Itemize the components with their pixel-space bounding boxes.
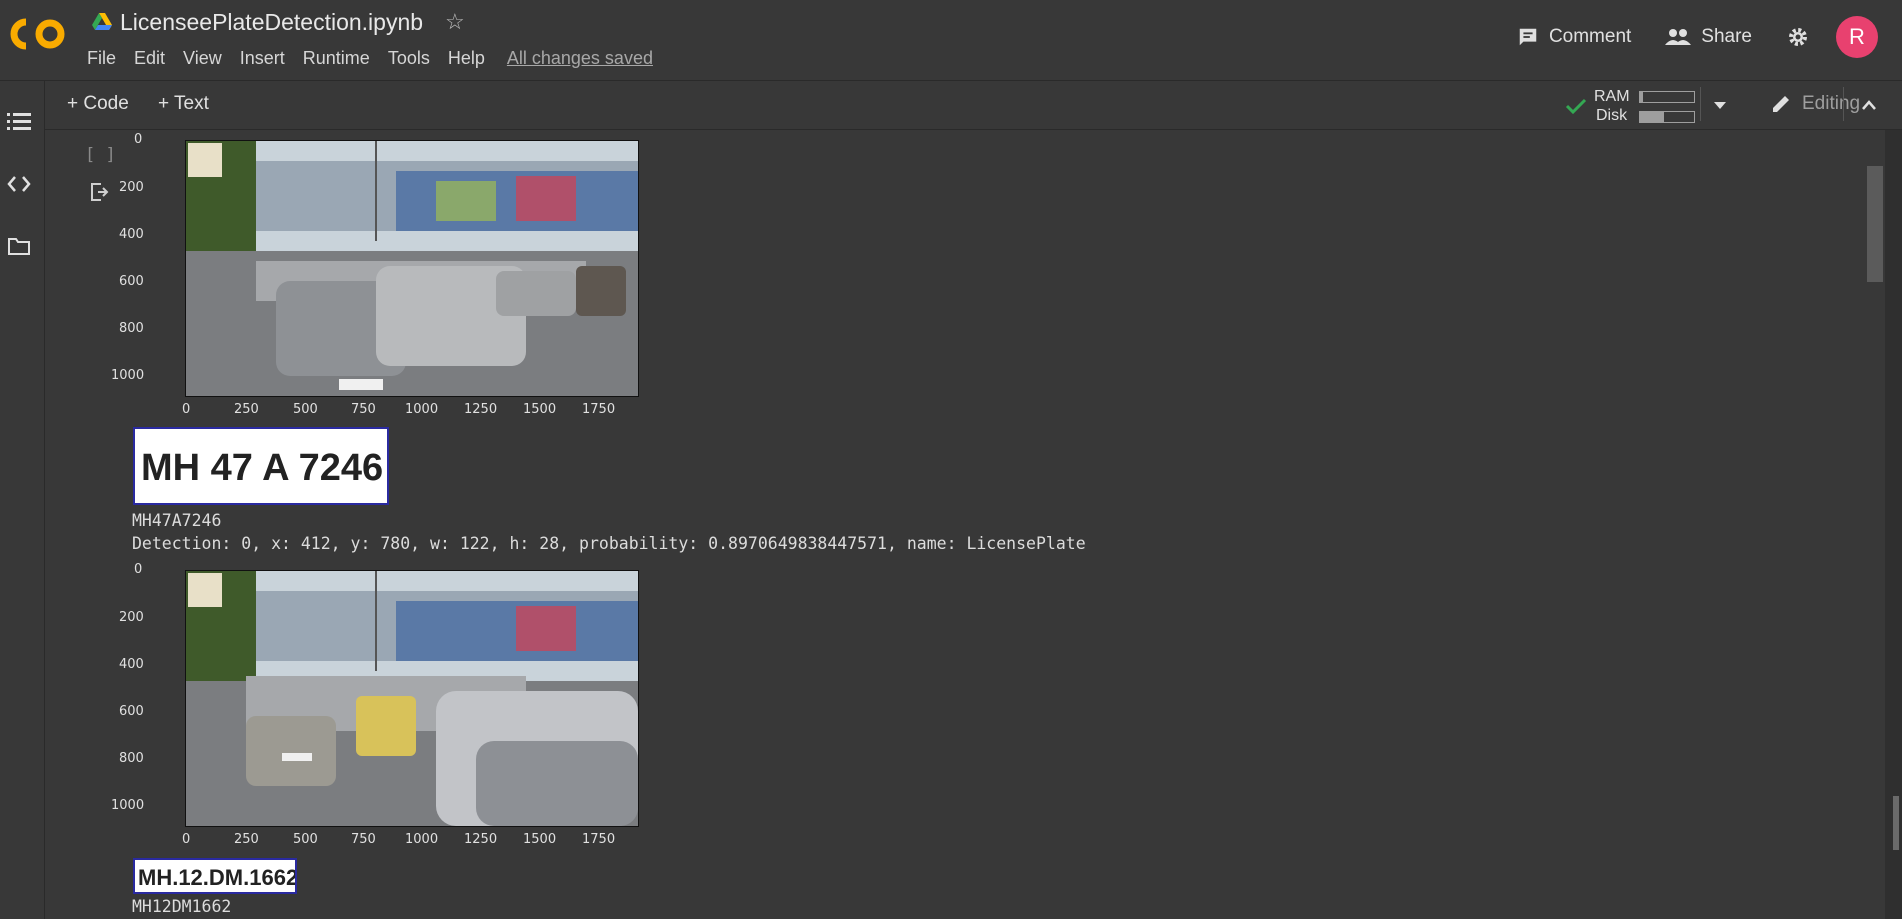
resource-monitor[interactable]: RAM Disk: [1565, 85, 1745, 125]
x-tick: 0: [182, 832, 191, 847]
y-tick: 800: [119, 321, 144, 336]
plate-crop-1: MH 47 A 7246: [133, 427, 389, 505]
menu-bar: File Edit View Insert Runtime Tools Help…: [87, 48, 671, 69]
gear-icon[interactable]: [1786, 25, 1810, 49]
y-tick: 600: [119, 704, 144, 719]
disk-label: Disk: [1596, 107, 1628, 124]
x-tick: 750: [351, 832, 376, 847]
folder-icon[interactable]: [7, 236, 31, 256]
y-tick: 800: [119, 751, 144, 766]
y-tick: 400: [119, 657, 144, 672]
traffic-photo-1: [186, 141, 638, 396]
traffic-photo-2: [186, 571, 638, 826]
y-tick: 1000: [111, 368, 145, 383]
menu-edit[interactable]: Edit: [134, 48, 165, 69]
ram-bar: [1639, 91, 1695, 103]
y-tick: 200: [119, 610, 144, 625]
plate-crop-2: MH.12.DM.1662: [133, 858, 297, 894]
menu-insert[interactable]: Insert: [240, 48, 285, 69]
google-drive-icon: [92, 13, 112, 30]
share-button[interactable]: Share: [1665, 26, 1752, 48]
header-actions: Comment Share R: [1517, 14, 1902, 60]
share-label: Share: [1701, 26, 1752, 47]
avatar[interactable]: R: [1836, 16, 1878, 58]
x-tick: 1000: [405, 402, 439, 417]
comment-button[interactable]: Comment: [1517, 26, 1631, 48]
x-tick: 1500: [523, 832, 557, 847]
chevron-up-icon[interactable]: [1861, 99, 1877, 111]
menu-help[interactable]: Help: [448, 48, 485, 69]
toolbar-divider: [1700, 87, 1701, 121]
y-tick: 400: [119, 227, 144, 242]
x-tick: 500: [293, 402, 318, 417]
ram-bar-fill: [1640, 92, 1643, 102]
x-tick: 1250: [464, 402, 498, 417]
notebook-toolbar: + Code + Text RAM Disk Editing: [45, 81, 1902, 130]
menu-view[interactable]: View: [183, 48, 222, 69]
chevron-down-icon[interactable]: [1713, 101, 1727, 111]
top-header: LicenseePlateDetection.ipynb ☆ File Edit…: [0, 0, 1902, 81]
x-tick: 250: [234, 402, 259, 417]
menu-tools[interactable]: Tools: [388, 48, 430, 69]
notebook-title[interactable]: LicenseePlateDetection.ipynb: [120, 9, 423, 36]
disk-bar: [1639, 111, 1695, 123]
traffic-image-1: [185, 140, 639, 397]
notebook-scrollbar[interactable]: [1863, 130, 1885, 919]
x-tick: 1250: [464, 832, 498, 847]
y-tick: 0: [134, 562, 143, 577]
output-scrollbar-thumb[interactable]: [1893, 796, 1899, 850]
add-code-button[interactable]: + Code: [67, 93, 129, 115]
x-tick: 1000: [405, 832, 439, 847]
y-tick: 1000: [111, 798, 145, 813]
editing-mode-button[interactable]: Editing: [1770, 93, 1860, 115]
disk-bar-fill: [1640, 112, 1665, 122]
ocr-result-2: MH12DM1662: [132, 897, 232, 916]
editing-label: Editing: [1802, 93, 1861, 114]
y-tick: 200: [119, 180, 144, 195]
x-tick: 500: [293, 832, 318, 847]
toolbar-divider-2: [1843, 87, 1844, 121]
people-icon: [1665, 29, 1692, 45]
save-status[interactable]: All changes saved: [507, 48, 653, 69]
colab-logo[interactable]: [10, 12, 68, 56]
y-tick: 600: [119, 274, 144, 289]
x-tick: 0: [182, 402, 191, 417]
check-icon: [1565, 98, 1587, 115]
code-snippets-icon[interactable]: [7, 174, 31, 194]
left-sidebar: [0, 81, 45, 919]
menu-runtime[interactable]: Runtime: [303, 48, 370, 69]
notebook-content[interactable]: [ ] 0 200 400 600 800 1000 0 250 500 750…: [45, 130, 1863, 919]
scrollbar-thumb[interactable]: [1867, 166, 1883, 282]
cell-run-button[interactable]: [ ]: [85, 145, 116, 165]
ocr-result-1: MH47A7246: [132, 511, 222, 530]
x-tick: 1750: [582, 402, 616, 417]
menu-file[interactable]: File: [87, 48, 116, 69]
detection-line-1: Detection: 0, x: 412, y: 780, w: 122, h:…: [132, 534, 1086, 553]
x-tick: 250: [234, 832, 259, 847]
add-text-button[interactable]: + Text: [158, 93, 209, 115]
title-row: LicenseePlateDetection.ipynb ☆: [92, 8, 465, 36]
output-scrollbar[interactable]: [1885, 130, 1902, 919]
x-tick: 1750: [582, 832, 616, 847]
x-tick: 750: [351, 402, 376, 417]
comment-label: Comment: [1548, 26, 1632, 47]
pencil-icon: [1773, 96, 1789, 112]
star-icon[interactable]: ☆: [445, 9, 465, 35]
x-tick: 1500: [523, 402, 557, 417]
table-of-contents-icon[interactable]: [7, 111, 31, 131]
traffic-image-2: [185, 570, 639, 827]
output-actions-icon[interactable]: [89, 182, 109, 202]
comment-icon: [1519, 28, 1537, 46]
ram-label: RAM: [1594, 88, 1630, 105]
y-tick: 0: [134, 132, 143, 147]
